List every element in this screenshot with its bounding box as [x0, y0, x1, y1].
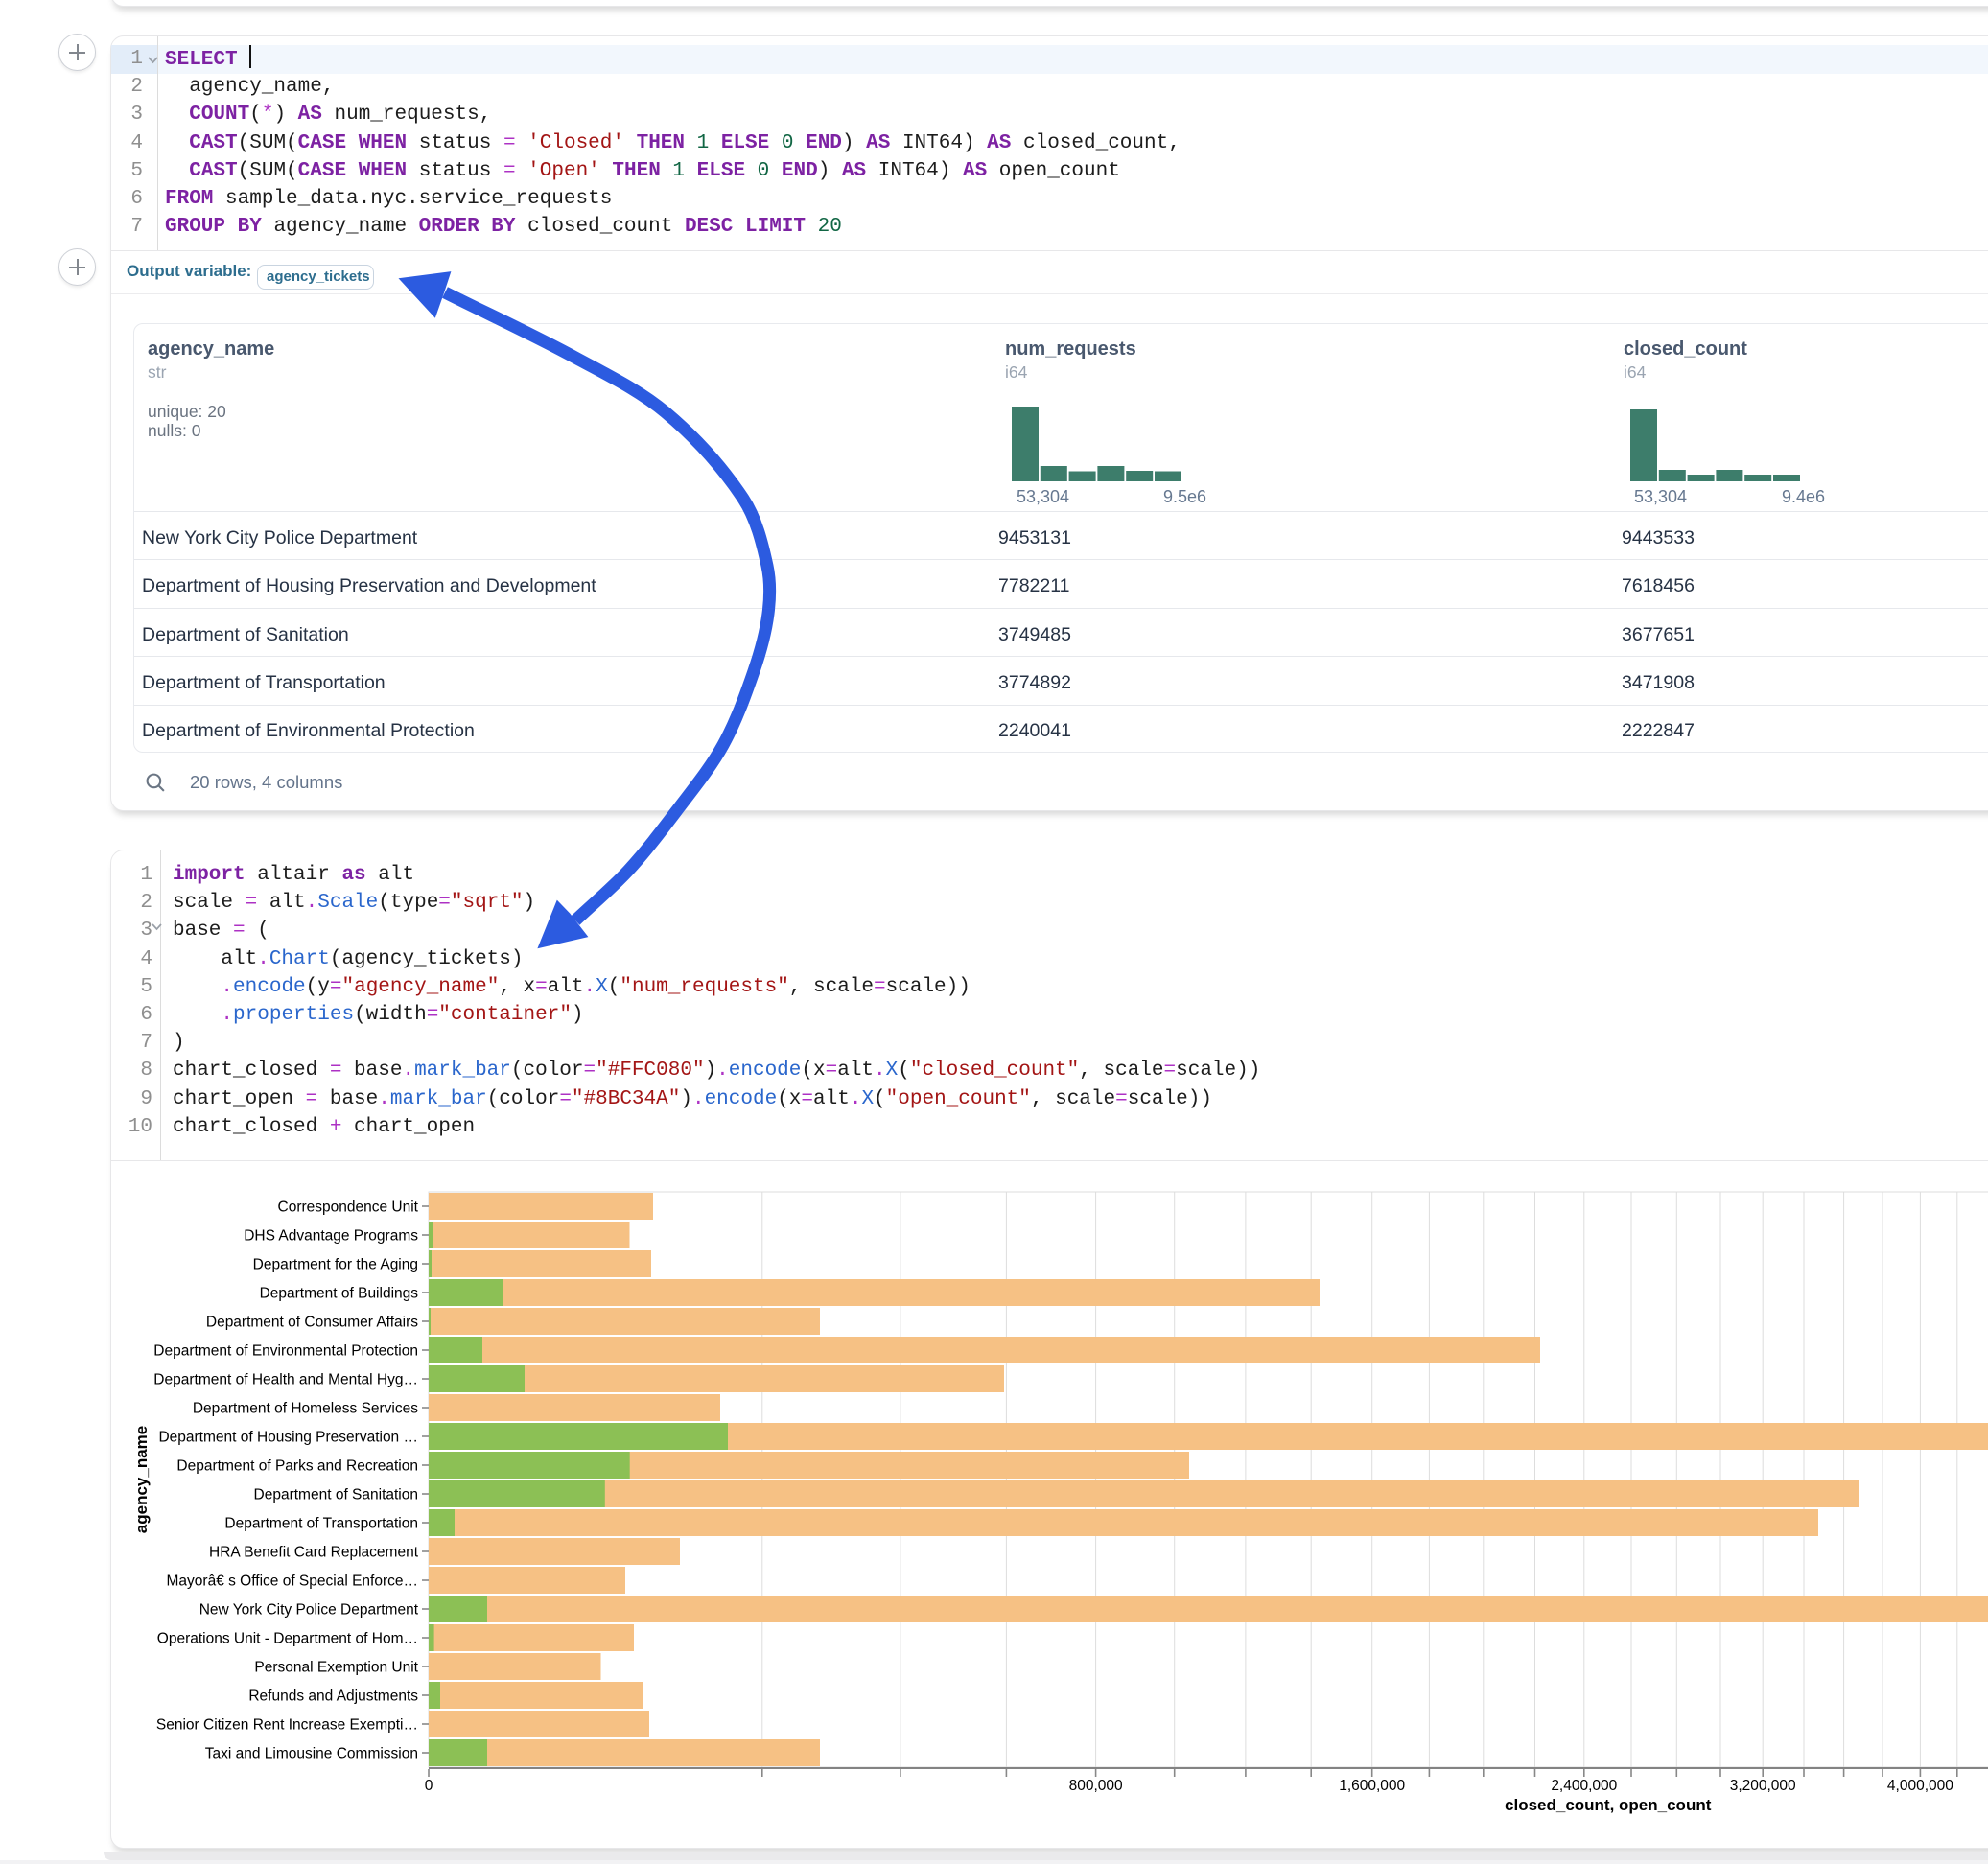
svg-text:1,600,000: 1,600,000 [1339, 1778, 1405, 1794]
svg-text:Department for the Aging: Department for the Aging [253, 1257, 418, 1273]
svg-text:Department of Housing Preserva: Department of Housing Preservation … [158, 1430, 418, 1446]
svg-text:Department of Parks and Recrea: Department of Parks and Recreation [176, 1458, 418, 1475]
svg-text:800,000: 800,000 [1069, 1778, 1123, 1794]
svg-text:closed_count, open_count: closed_count, open_count [1505, 1796, 1712, 1814]
svg-text:Mayorâ€ s Office of Special En: Mayorâ€ s Office of Special Enforce… [167, 1573, 418, 1590]
svg-text:Operations Unit - Department o: Operations Unit - Department of Hom… [157, 1631, 418, 1647]
svg-text:3,200,000: 3,200,000 [1730, 1778, 1796, 1794]
svg-text:Department of Sanitation: Department of Sanitation [254, 1487, 418, 1503]
svg-text:Personal Exemption Unit: Personal Exemption Unit [254, 1660, 418, 1676]
svg-text:0: 0 [425, 1778, 433, 1794]
svg-text:agency_name: agency_name [132, 1426, 151, 1533]
svg-text:DHS Advantage Programs: DHS Advantage Programs [244, 1228, 418, 1245]
svg-text:Refunds and Adjustments: Refunds and Adjustments [248, 1689, 418, 1705]
svg-text:Correspondence Unit: Correspondence Unit [278, 1200, 419, 1216]
svg-text:Department of Buildings: Department of Buildings [260, 1286, 419, 1302]
svg-text:Department of Consumer Affairs: Department of Consumer Affairs [206, 1315, 418, 1331]
svg-text:4,000,000: 4,000,000 [1887, 1778, 1953, 1794]
svg-text:Department of Transportation: Department of Transportation [224, 1516, 418, 1532]
svg-text:2,400,000: 2,400,000 [1551, 1778, 1617, 1794]
svg-text:New York City Police Departmen: New York City Police Department [199, 1602, 419, 1619]
svg-text:HRA Benefit Card Replacement: HRA Benefit Card Replacement [209, 1545, 419, 1561]
svg-text:Department of Homeless Service: Department of Homeless Services [193, 1401, 418, 1417]
svg-text:Senior Citizen Rent Increase E: Senior Citizen Rent Increase Exempti… [156, 1717, 418, 1734]
svg-text:Department of Environmental Pr: Department of Environmental Protection [153, 1343, 418, 1360]
svg-text:Taxi and Limousine Commission: Taxi and Limousine Commission [205, 1746, 418, 1762]
svg-text:Department of Health and Menta: Department of Health and Mental Hyg… [153, 1372, 418, 1388]
